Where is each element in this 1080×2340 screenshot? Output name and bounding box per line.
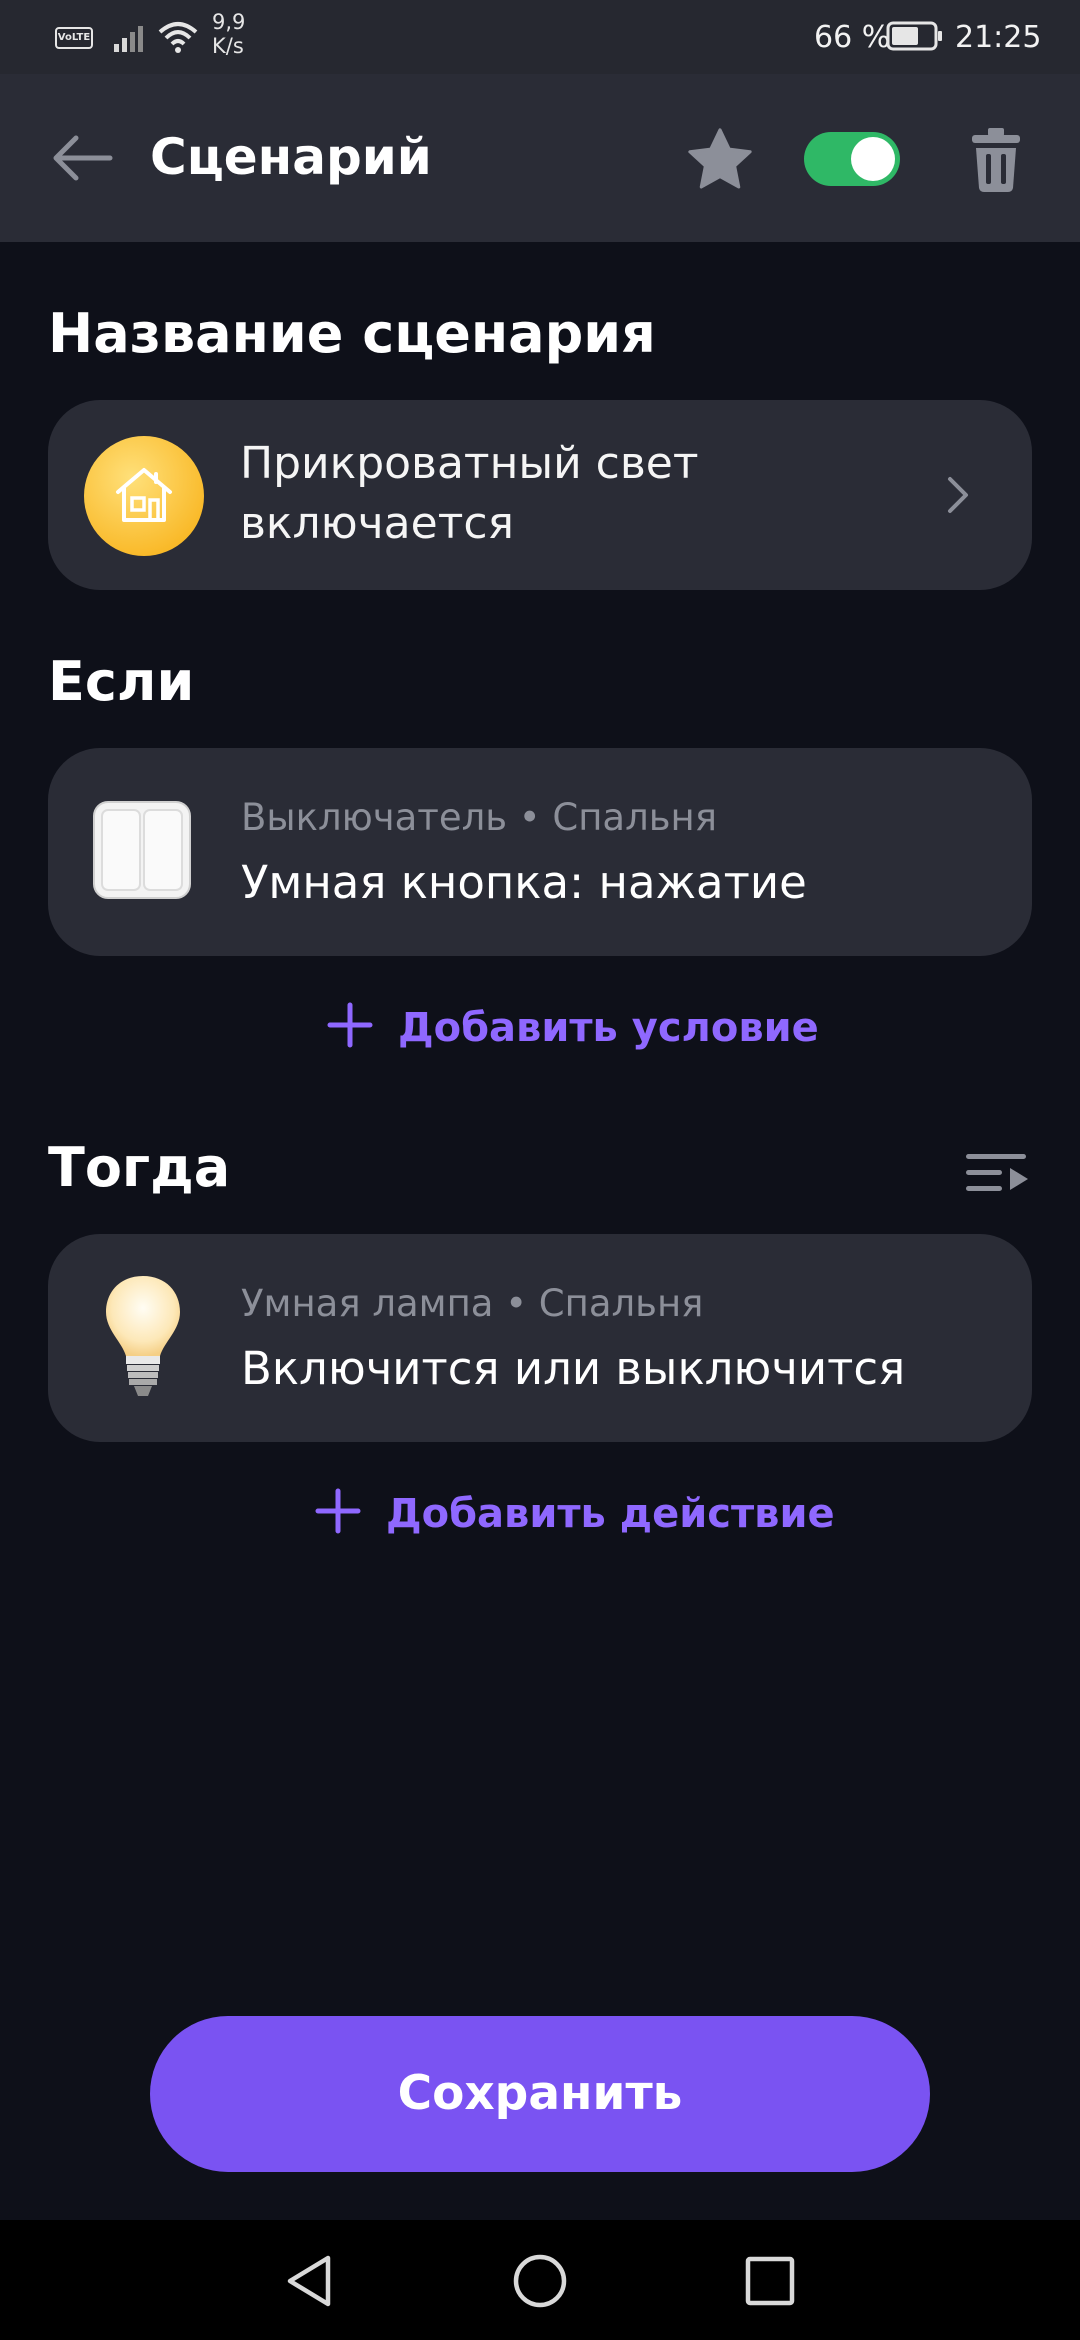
back-button[interactable]: [46, 126, 118, 190]
battery-percent: 66 %: [814, 20, 891, 55]
system-nav-bar: [0, 2220, 1080, 2340]
add-condition-label: Добавить условие: [398, 1005, 819, 1051]
wifi-icon: [158, 22, 198, 53]
save-button[interactable]: Сохранить: [150, 2016, 930, 2172]
action-title: Включится или выключится: [241, 1342, 906, 1395]
nav-home-icon[interactable]: [512, 2252, 568, 2310]
bulb-icon: [106, 1276, 180, 1396]
network-speed: 9,9 K/s: [212, 10, 246, 58]
scenario-name: Прикроватный свет включается: [240, 438, 699, 549]
condition-subtitle: Выключатель • Спальня: [241, 796, 717, 839]
action-subtitle: Умная лампа • Спальня: [241, 1282, 704, 1325]
nav-recents-icon[interactable]: [742, 2252, 798, 2310]
toggle-knob: [851, 137, 895, 181]
condition-title: Умная кнопка: нажатие: [241, 856, 807, 909]
volte-icon: VoLTE: [55, 27, 93, 49]
status-bar: VoLTE 9,9 K/s 66 % 21:25: [0, 0, 1080, 74]
action-card[interactable]: Умная лампа • Спальня Включится или выкл…: [48, 1234, 1032, 1442]
favorite-button[interactable]: [682, 122, 758, 198]
trash-icon: [972, 128, 1020, 192]
chevron-right-icon: [948, 477, 968, 513]
star-icon: [688, 128, 752, 189]
arrow-left-icon: [53, 135, 113, 181]
delete-button[interactable]: [966, 124, 1026, 194]
nav-back-icon[interactable]: [282, 2252, 338, 2310]
page-title: Сценарий: [150, 128, 432, 186]
scenario-name-card[interactable]: Прикроватный свет включается: [48, 400, 1032, 590]
reorder-actions-icon[interactable]: [964, 1150, 1030, 1198]
add-condition-button[interactable]: Добавить условие: [326, 1000, 819, 1056]
signal-icon: [114, 26, 143, 52]
house-icon: [116, 468, 172, 522]
plus-icon: [327, 1002, 373, 1048]
plus-icon: [315, 1488, 361, 1534]
condition-card[interactable]: Выключатель • Спальня Умная кнопка: нажа…: [48, 748, 1032, 956]
add-action-label: Добавить действие: [386, 1491, 835, 1537]
battery-icon: [886, 21, 942, 51]
switch-icon: [93, 801, 191, 899]
section-title-if: Если: [48, 650, 195, 713]
clock: 21:25: [955, 20, 1042, 55]
add-action-button[interactable]: Добавить действие: [314, 1486, 835, 1542]
section-title-name: Название сценария: [48, 302, 656, 365]
app-bar: Сценарий: [0, 74, 1080, 242]
scenario-icon-badge: [84, 436, 204, 556]
section-title-then: Тогда: [48, 1136, 231, 1199]
scenario-enabled-toggle[interactable]: [804, 132, 900, 186]
